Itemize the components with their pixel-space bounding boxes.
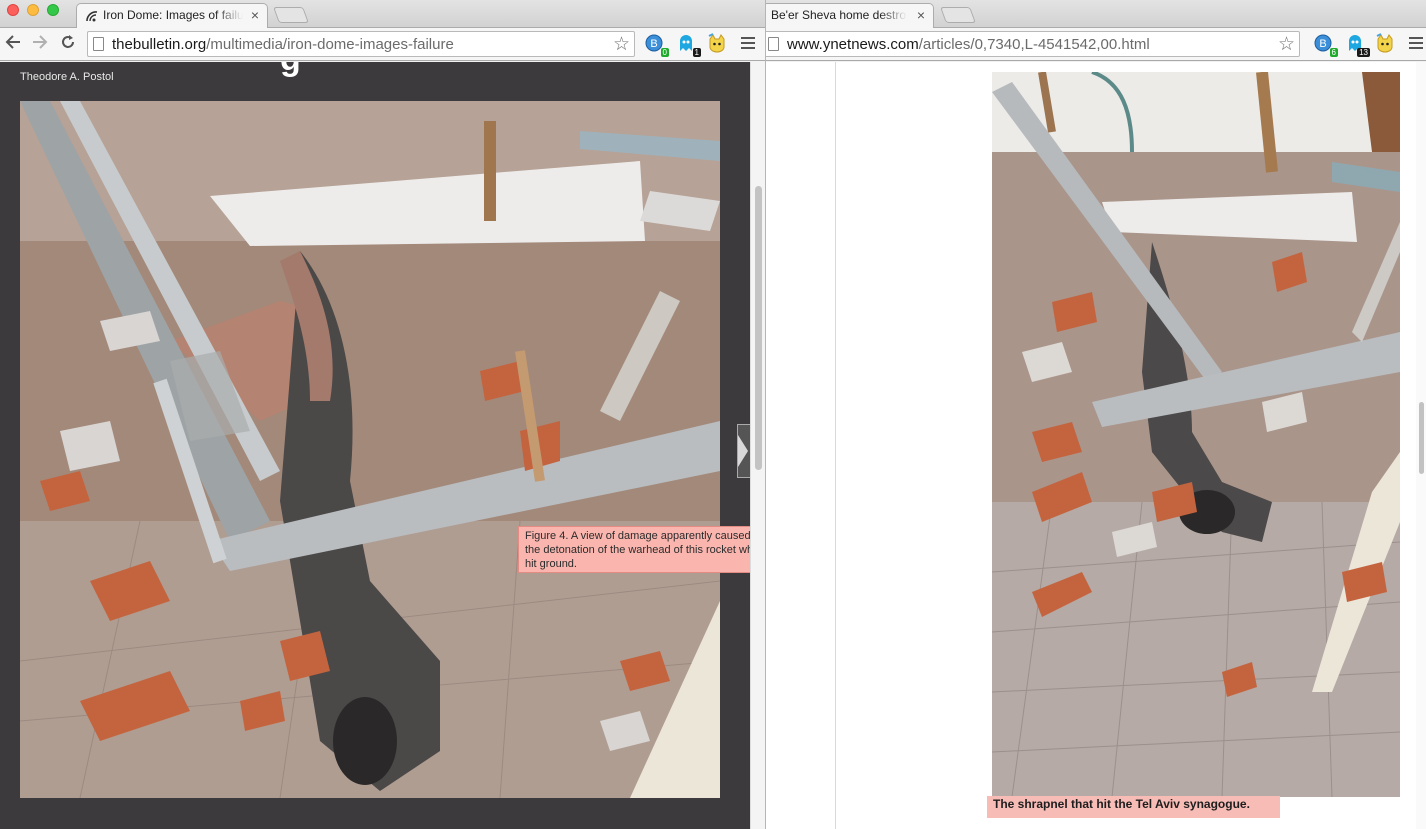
column-divider bbox=[835, 62, 836, 829]
blue-globe-icon[interactable]: B 0 bbox=[644, 33, 669, 57]
tab-beer-sheva[interactable]: Be'er Sheva home destroyed × bbox=[766, 3, 934, 28]
tab-strip: Iron Dome: Images of failure × bbox=[0, 0, 765, 28]
article-heading-clipped: g bbox=[280, 62, 301, 79]
address-bar[interactable]: thebulletin.org/multimedia/iron-dome-ima… bbox=[87, 31, 635, 57]
url-text: thebulletin.org/multimedia/iron-dome-ima… bbox=[112, 36, 454, 53]
bulletin-favicon-icon bbox=[85, 9, 99, 23]
right-scrollbar[interactable] bbox=[1416, 62, 1426, 829]
tab-title: Be'er Sheva home destroyed bbox=[771, 8, 907, 22]
cat-face-icon[interactable] bbox=[707, 33, 729, 55]
forward-arrow-icon[interactable] bbox=[29, 33, 51, 55]
tab-strip: Be'er Sheva home destroyed × bbox=[766, 0, 1426, 28]
bookmark-star-icon[interactable]: ☆ bbox=[613, 33, 630, 56]
back-arrow-icon[interactable] bbox=[2, 33, 24, 55]
browser-toolbar: thebulletin.org/multimedia/iron-dome-ima… bbox=[0, 28, 765, 61]
window-minimize-button[interactable] bbox=[27, 4, 39, 16]
chrome-menu-icon[interactable] bbox=[741, 37, 755, 49]
photo-caption: The shrapnel that hit the Tel Aviv synag… bbox=[987, 796, 1280, 818]
left-browser-window: Iron Dome: Images of failure × thebullet… bbox=[0, 0, 765, 829]
tab-close-icon[interactable]: × bbox=[251, 4, 259, 26]
author-name: Theodore A. Postol bbox=[20, 71, 114, 83]
window-close-button[interactable] bbox=[7, 4, 19, 16]
browser-toolbar: www.ynetnews.com/articles/0,7340,L-45415… bbox=[766, 28, 1426, 61]
page-icon bbox=[93, 37, 104, 51]
right-browser-window: Be'er Sheva home destroyed × www.ynetnew… bbox=[765, 0, 1426, 829]
blue-globe-icon[interactable]: B 6 bbox=[1313, 33, 1338, 57]
new-tab-button[interactable] bbox=[940, 7, 976, 23]
page-icon bbox=[768, 37, 779, 51]
svg-text:B: B bbox=[1319, 38, 1326, 50]
tab-iron-dome[interactable]: Iron Dome: Images of failure × bbox=[76, 3, 268, 28]
bulletin-page: g Theodore A. Postol bbox=[0, 62, 750, 829]
ghostery-icon[interactable]: 1 bbox=[676, 33, 701, 57]
next-image-arrow-icon[interactable] bbox=[737, 424, 750, 478]
svg-text:B: B bbox=[650, 38, 657, 50]
url-text: www.ynetnews.com/articles/0,7340,L-45415… bbox=[787, 36, 1150, 53]
tab-close-icon[interactable]: × bbox=[917, 4, 925, 26]
cat-face-icon[interactable] bbox=[1375, 33, 1397, 55]
chrome-menu-icon[interactable] bbox=[1409, 37, 1423, 49]
new-tab-button[interactable] bbox=[273, 7, 309, 23]
left-scrollbar[interactable] bbox=[750, 62, 765, 829]
address-bar[interactable]: www.ynetnews.com/articles/0,7340,L-45415… bbox=[766, 31, 1300, 57]
window-maximize-button[interactable] bbox=[47, 4, 59, 16]
shrapnel-photo bbox=[992, 72, 1400, 797]
ynet-page: The shrapnel that hit the Tel Aviv synag… bbox=[766, 62, 1426, 829]
left-scrollbar-thumb[interactable] bbox=[755, 186, 762, 470]
rocket-debris-photo bbox=[20, 101, 720, 798]
bookmark-star-icon[interactable]: ☆ bbox=[1278, 33, 1295, 56]
right-scrollbar-thumb[interactable] bbox=[1419, 402, 1424, 474]
ghostery-icon[interactable]: 13 bbox=[1345, 33, 1370, 57]
reload-icon[interactable] bbox=[57, 33, 79, 55]
figure-caption: Figure 4. A view of damage apparently ca… bbox=[518, 526, 750, 573]
tab-title: Iron Dome: Images of failure bbox=[103, 8, 243, 22]
